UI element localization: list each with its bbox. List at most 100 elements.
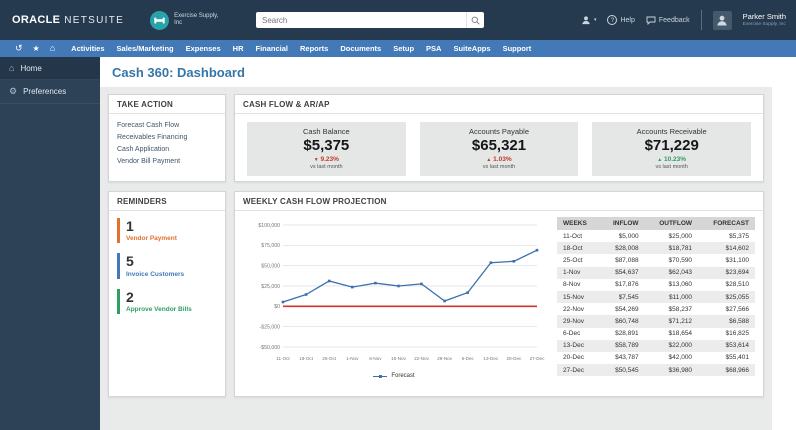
svg-text:22-Nov: 22-Nov bbox=[414, 356, 430, 361]
sidebar-item-home[interactable]: ⌂Home bbox=[0, 57, 100, 80]
cashflow-projection-chart: $100,000$75,000$50,000$25,000$0-$25,000-… bbox=[243, 217, 545, 367]
reminder-approve-vendor-bills[interactable]: 2Approve Vendor Bills bbox=[117, 289, 217, 314]
menu-item-financial[interactable]: Financial bbox=[250, 40, 295, 57]
column-header-inflow: INFLOW bbox=[600, 217, 645, 230]
sidebar-item-preferences[interactable]: ⚙Preferences bbox=[0, 80, 100, 104]
cell-value: $18,781 bbox=[645, 242, 698, 254]
menu-item-activities[interactable]: Activities bbox=[65, 40, 110, 57]
cell-value: $25,055 bbox=[698, 291, 755, 303]
cell-value: $58,789 bbox=[600, 340, 645, 352]
svg-text:29-Nov: 29-Nov bbox=[437, 356, 453, 361]
metric-card-accounts-payable[interactable]: Accounts Payable$65,321▲ 1.03%vs last mo… bbox=[420, 122, 579, 176]
column-header-weeks: WEEKS bbox=[557, 217, 600, 230]
main-content: Cash 360: Dashboard TAKE ACTION Forecast… bbox=[100, 57, 772, 430]
cell-value: $11,000 bbox=[645, 291, 698, 303]
reminder-items: 1Vendor Payment 5 Invoice Customers 2Approv… bbox=[109, 211, 225, 331]
svg-text:11-Oct: 11-Oct bbox=[276, 356, 290, 361]
recent-records-icon[interactable]: ↺ bbox=[10, 40, 28, 57]
take-action-link-forecast-cash-flow[interactable]: Forecast Cash Flow bbox=[117, 119, 217, 131]
svg-text:6-Dec: 6-Dec bbox=[462, 356, 475, 361]
menu-item-expenses[interactable]: Expenses bbox=[180, 40, 227, 57]
menu-item-documents[interactable]: Documents bbox=[334, 40, 387, 57]
cell-week: 22-Nov bbox=[557, 303, 600, 315]
cell-week: 13-Dec bbox=[557, 340, 600, 352]
cell-value: $43,787 bbox=[600, 352, 645, 364]
metric-label: Accounts Payable bbox=[424, 127, 575, 136]
user-avatar[interactable] bbox=[713, 11, 732, 30]
projection-body: $100,000$75,000$50,000$25,000$0-$25,000-… bbox=[235, 211, 763, 383]
help-label: Help bbox=[620, 17, 634, 24]
divider bbox=[701, 10, 702, 30]
cell-value: $54,269 bbox=[600, 303, 645, 315]
home-shortcut-icon[interactable]: ⌂ bbox=[45, 40, 60, 57]
user-name: Parker Smith bbox=[743, 13, 786, 21]
take-action-link-cash-application[interactable]: Cash Application bbox=[117, 143, 217, 155]
feedback-button[interactable]: Feedback bbox=[646, 16, 690, 25]
favorites-star-icon[interactable]: ★ bbox=[28, 40, 45, 57]
top-bar: ORACLE NETSUITE Exercise Supply, Inc ▾ ?… bbox=[0, 0, 796, 40]
cell-week: 11-Oct bbox=[557, 230, 600, 242]
netsuite-wordmark: NETSUITE bbox=[64, 15, 124, 26]
take-action-link-receivables-financing[interactable]: Receivables Financing bbox=[117, 131, 217, 143]
menu-item-setup[interactable]: Setup bbox=[387, 40, 420, 57]
cell-value: $16,825 bbox=[698, 328, 755, 340]
cell-week: 1-Nov bbox=[557, 267, 600, 279]
search-icon[interactable] bbox=[466, 12, 484, 28]
metric-card-cash-balance[interactable]: Cash Balance$5,375▼ 9.23%vs last month bbox=[247, 122, 406, 176]
cell-value: $27,566 bbox=[698, 303, 755, 315]
reminder-label: Invoice Customers bbox=[126, 271, 217, 278]
main-menu-bar: ↺ ★ ⌂ ActivitiesSales/MarketingExpensesH… bbox=[0, 40, 796, 57]
cell-value: $14,602 bbox=[698, 242, 755, 254]
menu-item-sales-marketing[interactable]: Sales/Marketing bbox=[111, 40, 180, 57]
menu-item-hr[interactable]: HR bbox=[227, 40, 250, 57]
quick-menu-button[interactable]: ▾ bbox=[581, 15, 597, 25]
reminder-vendor-payment[interactable]: 1Vendor Payment bbox=[117, 218, 217, 243]
table-row: 6-Dec$28,891$18,654$16,825 bbox=[557, 328, 755, 340]
netsuite-app-window: ORACLE NETSUITE Exercise Supply, Inc ▾ ?… bbox=[0, 0, 796, 430]
help-icon: ? bbox=[607, 15, 617, 25]
svg-text:$75,000: $75,000 bbox=[261, 243, 280, 249]
oracle-netsuite-logo[interactable]: ORACLE NETSUITE bbox=[12, 14, 124, 26]
menu-item-reports[interactable]: Reports bbox=[294, 40, 334, 57]
reminder-count: 5 bbox=[126, 254, 217, 269]
cell-value: $5,000 bbox=[600, 230, 645, 242]
reminder-invoice-customers[interactable]: 5 Invoice Customers bbox=[117, 253, 217, 278]
svg-text:18-Oct: 18-Oct bbox=[299, 356, 314, 361]
arrow-down-icon: ▼ bbox=[314, 157, 319, 163]
table-row: 22-Nov$54,269$58,237$27,566 bbox=[557, 303, 755, 315]
table-row: 11-Oct$5,000$25,000$5,375 bbox=[557, 230, 755, 242]
cash-flow-panel: CASH FLOW & AR/AP Cash Balance$5,375▼ 9.… bbox=[234, 94, 764, 182]
help-button[interactable]: ? Help bbox=[607, 15, 634, 25]
sidebar-items: ⌂Home⚙Preferences bbox=[0, 57, 100, 104]
menu-item-suiteapps[interactable]: SuiteApps bbox=[447, 40, 496, 57]
metric-card-accounts-receivable[interactable]: Accounts Receivable$71,229▲ 10.23%vs las… bbox=[592, 122, 751, 176]
dashboard-grid: TAKE ACTION Forecast Cash FlowReceivable… bbox=[100, 87, 772, 430]
cell-value: $55,401 bbox=[698, 352, 755, 364]
projection-table-area: WEEKSINFLOWOUTFLOWFORECAST 11-Oct$5,000$… bbox=[557, 217, 755, 379]
svg-text:13-Dec: 13-Dec bbox=[483, 356, 499, 361]
menu-item-support[interactable]: Support bbox=[497, 40, 538, 57]
feedback-label: Feedback bbox=[659, 17, 690, 24]
user-menu[interactable]: Parker Smith Exercise Supply, Inc bbox=[743, 13, 786, 28]
speech-bubble-icon bbox=[646, 16, 656, 25]
menu-items: ActivitiesSales/MarketingExpensesHRFinan… bbox=[65, 40, 537, 57]
reminder-count: 2 bbox=[126, 290, 217, 305]
title-band: Cash 360: Dashboard bbox=[100, 57, 772, 87]
cell-value: $17,876 bbox=[600, 279, 645, 291]
svg-text:$50,000: $50,000 bbox=[261, 264, 280, 270]
person-icon bbox=[581, 15, 591, 25]
weekly-projection-header: WEEKLY CASH FLOW PROJECTION bbox=[235, 192, 763, 211]
column-header-outflow: OUTFLOW bbox=[645, 217, 698, 230]
table-row: 8-Nov$17,876$13,060$28,510 bbox=[557, 279, 755, 291]
take-action-link-vendor-bill-payment[interactable]: Vendor Bill Payment bbox=[117, 155, 217, 167]
metric-cards: Cash Balance$5,375▼ 9.23%vs last month Ac… bbox=[235, 114, 763, 184]
cell-value: $28,891 bbox=[600, 328, 645, 340]
cell-value: $60,748 bbox=[600, 315, 645, 327]
search-input[interactable] bbox=[256, 16, 466, 25]
cell-value: $71,212 bbox=[645, 315, 698, 327]
metric-caption: vs last month bbox=[596, 164, 747, 170]
company-switcher[interactable]: Exercise Supply, Inc bbox=[150, 11, 224, 30]
menu-item-psa[interactable]: PSA bbox=[420, 40, 447, 57]
cell-week: 29-Nov bbox=[557, 315, 600, 327]
cell-value: $50,545 bbox=[600, 364, 645, 376]
